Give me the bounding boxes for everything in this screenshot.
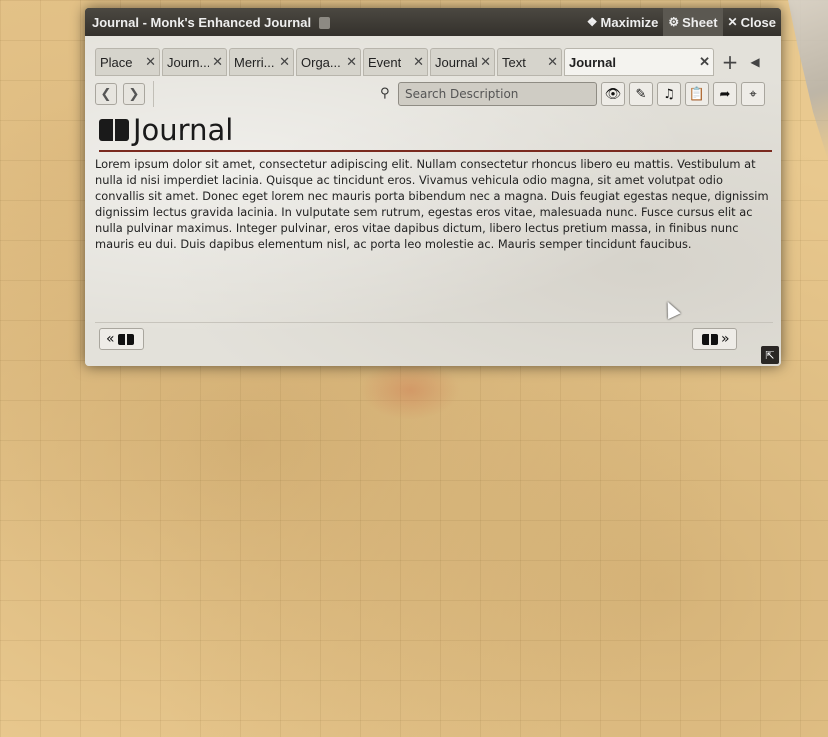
search-description-input[interactable] xyxy=(398,82,597,106)
map-rock-decoration xyxy=(788,0,828,160)
maximize-button[interactable]: ❖ Maximize xyxy=(582,8,664,36)
export-button[interactable]: ➦ xyxy=(713,82,737,106)
tab-label: Journal xyxy=(435,54,478,70)
edit-button[interactable]: ✎ xyxy=(629,82,653,106)
forward-button[interactable]: ❯ xyxy=(123,83,145,105)
search-icon: ⚲ xyxy=(380,86,390,101)
toolbar: ❮ ❯ ⚲ 👁 ✎ ♫ 📋 ➦ ⌖ xyxy=(95,81,775,107)
book-icon xyxy=(702,333,718,345)
window-header[interactable]: Journal - Monk's Enhanced Journal ❖ Maxi… xyxy=(85,8,781,36)
add-tab-icon[interactable]: + xyxy=(716,48,744,76)
resize-handle-icon[interactable]: ⇱ xyxy=(761,346,779,364)
tab-orga[interactable]: Orga... ✕ xyxy=(296,48,361,76)
page-header: Journal xyxy=(99,110,772,152)
window-body: Place ✕ Journ... ✕ Merri... ✕ Orga... ✕ … xyxy=(85,36,781,366)
tab-close-icon[interactable]: ✕ xyxy=(547,54,558,70)
chevron-left-icon: ❮ xyxy=(100,86,112,102)
export-icon: ➦ xyxy=(719,86,731,102)
gear-icon: ⚙ xyxy=(668,15,680,29)
tab-place[interactable]: Place ✕ xyxy=(95,48,160,76)
double-chevron-left-icon: « xyxy=(106,331,115,347)
chevron-right-icon: ❯ xyxy=(128,86,140,102)
eye-icon: 👁 xyxy=(604,86,622,102)
show-player-button[interactable]: 👁 xyxy=(601,82,625,106)
tab-journ[interactable]: Journ... ✕ xyxy=(162,48,227,76)
back-button[interactable]: ❮ xyxy=(95,83,117,105)
tab-journal-active[interactable]: Journal ✕ xyxy=(564,48,714,76)
tab-scroll-left-icon[interactable]: ◀ xyxy=(744,48,766,76)
document-badge-icon xyxy=(318,16,330,29)
tab-label: Place xyxy=(100,54,133,70)
toolbar-divider xyxy=(153,81,154,107)
close-label: Close xyxy=(740,14,776,30)
footer-divider xyxy=(95,322,773,323)
tab-close-icon[interactable]: ✕ xyxy=(480,54,491,70)
previous-page-button[interactable]: « xyxy=(99,328,144,350)
sound-button[interactable]: ♫ xyxy=(657,82,681,106)
pencil-icon: ✎ xyxy=(635,86,647,102)
tab-close-icon[interactable]: ✕ xyxy=(212,54,223,70)
tab-close-icon[interactable]: ✕ xyxy=(279,54,290,70)
tab-journal[interactable]: Journal ✕ xyxy=(430,48,495,76)
notes-button[interactable]: 📋 xyxy=(685,82,709,106)
tab-label: Journ... xyxy=(167,54,210,70)
maximize-icon: ❖ xyxy=(586,15,598,29)
tab-event[interactable]: Event ✕ xyxy=(363,48,428,76)
clipboard-icon: 📋 xyxy=(688,86,706,102)
sheet-label: Sheet xyxy=(682,14,718,30)
tab-label: Orga... xyxy=(301,54,341,70)
tab-label: Journal xyxy=(569,54,616,70)
tab-close-icon[interactable]: ✕ xyxy=(413,54,424,70)
next-page-button[interactable]: » xyxy=(692,328,737,350)
tab-merri[interactable]: Merri... ✕ xyxy=(229,48,294,76)
map-blot-decoration xyxy=(360,360,460,420)
tab-label: Merri... xyxy=(234,54,275,70)
crosshair-icon: ⌖ xyxy=(749,86,757,102)
book-open-icon xyxy=(99,119,129,141)
music-icon: ♫ xyxy=(663,86,675,102)
window-title-text: Journal - Monk's Enhanced Journal xyxy=(92,14,312,30)
page-title[interactable]: Journal xyxy=(133,113,233,147)
double-chevron-right-icon: » xyxy=(721,331,730,347)
tab-label: Event xyxy=(368,54,402,70)
journal-description[interactable]: Lorem ipsum dolor sit amet, consectetur … xyxy=(95,156,771,252)
close-button[interactable]: ✕ Close xyxy=(723,8,781,36)
window-title: Journal - Monk's Enhanced Journal xyxy=(85,15,582,30)
tab-bar: Place ✕ Journ... ✕ Merri... ✕ Orga... ✕ … xyxy=(95,48,775,76)
sheet-button[interactable]: ⚙ Sheet xyxy=(663,8,723,36)
tab-text[interactable]: Text ✕ xyxy=(497,48,562,76)
tab-close-icon[interactable]: ✕ xyxy=(145,54,156,70)
book-icon xyxy=(117,333,134,345)
tab-close-icon[interactable]: ✕ xyxy=(346,54,357,70)
tab-close-icon[interactable]: ✕ xyxy=(699,54,710,70)
tab-label: Text xyxy=(502,54,526,70)
locate-button[interactable]: ⌖ xyxy=(741,82,765,106)
maximize-label: Maximize xyxy=(600,14,659,30)
close-icon: ✕ xyxy=(727,15,738,29)
